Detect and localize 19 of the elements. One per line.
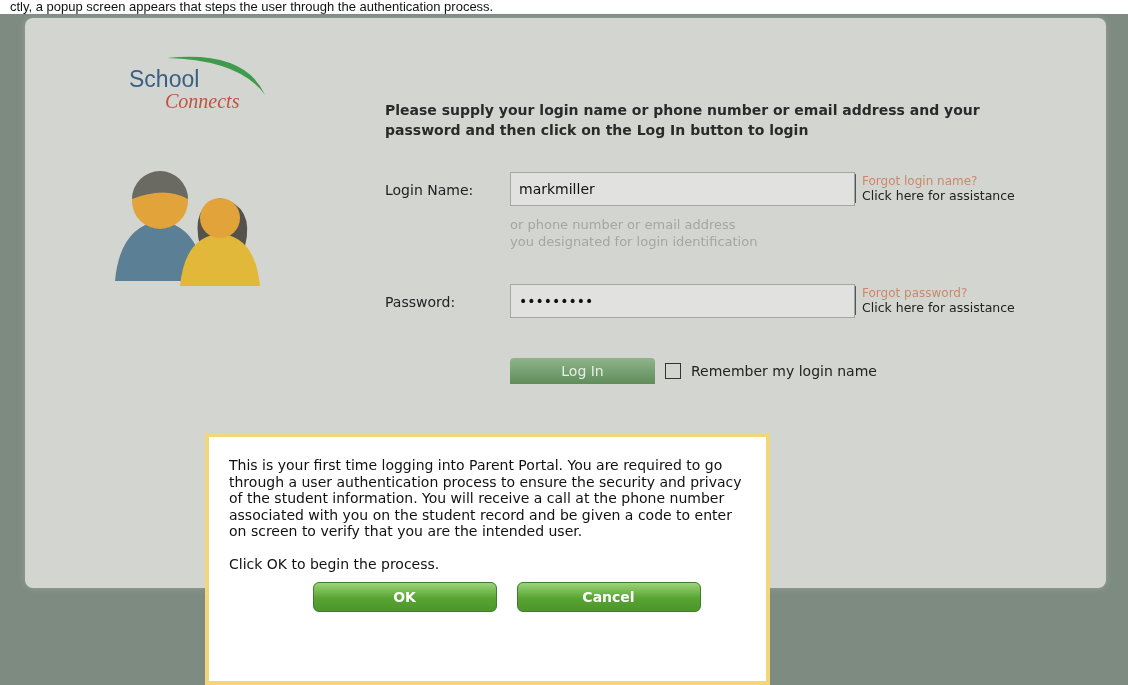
dialog-prompt: Click OK to begin the process.: [229, 555, 441, 572]
help-link[interactable]: Click here for assistance: [862, 300, 1076, 315]
instructions-text: Please supply your login name or phone number or email address and your password and then click on the Log In button to login: [385, 101, 981, 140]
login-button[interactable]: Log In: [510, 358, 655, 384]
field-label: Login Name:: [385, 181, 475, 198]
dialog-button[interactable]: OK: [312, 581, 497, 612]
logo-script-text: Connects: [165, 90, 240, 113]
checkbox[interactable]: [665, 363, 681, 379]
dialog-message: This is your first time logging into Parent Portal. You are required to go through a user authentication process to ensure the security and privacy of the student information. You will receive a call at the phone number associated with you on the student record and be given a code to enter on screen to verify that you are the intended user.: [229, 457, 743, 540]
help-link[interactable]: Forgot login name?: [862, 174, 1076, 188]
input-field[interactable]: •••••••••: [510, 284, 855, 318]
input-field[interactable]: markmiller: [510, 172, 855, 206]
help-link[interactable]: Forgot password?: [862, 286, 1076, 300]
help-link[interactable]: Click here for assistance: [862, 188, 1076, 203]
field-label: Password:: [385, 293, 457, 310]
checkbox-label: Remember my login name: [691, 363, 877, 379]
dialog-button[interactable]: Cancel: [516, 581, 701, 612]
caption-text: ctly, a popup screen appears that steps the user through the authentication process.: [9, 0, 495, 14]
logo-text: School: [129, 66, 200, 93]
